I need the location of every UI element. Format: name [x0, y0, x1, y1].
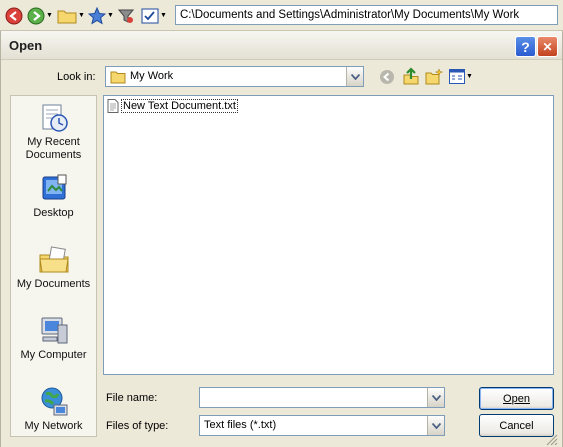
up-folder-button[interactable]: [402, 67, 420, 88]
files-of-type-value: Text files (*.txt): [204, 419, 277, 431]
back-button[interactable]: [5, 6, 23, 25]
filter-button[interactable]: [118, 6, 134, 25]
help-button[interactable]: ?: [515, 36, 536, 57]
new-folder-icon: [425, 68, 444, 85]
folders-button[interactable]: ▼: [57, 6, 85, 25]
open-button-label: Open: [503, 392, 530, 405]
chevron-down-icon: ▼: [46, 12, 53, 19]
cancel-button[interactable]: Cancel: [479, 414, 554, 437]
open-dialog: Open ? ✕ Look in: My Work ▼ My Recent Do…: [0, 31, 563, 447]
files-of-type-dropdown-button[interactable]: [427, 416, 444, 435]
look-in-value: My Work: [130, 70, 174, 82]
text-file-icon: [107, 99, 119, 113]
place-my-documents[interactable]: My Documents: [11, 244, 96, 291]
back-nav-button[interactable]: [379, 69, 395, 88]
chevron-down-icon: [431, 394, 441, 401]
dialog-title: Open: [9, 38, 43, 53]
file-name-input[interactable]: [202, 390, 422, 405]
close-icon: ✕: [542, 39, 553, 54]
recent-documents-icon: [38, 102, 70, 134]
file-list[interactable]: New Text Document.txt: [103, 95, 554, 375]
cancel-button-label: Cancel: [499, 419, 534, 432]
chevron-down-icon: [431, 422, 441, 429]
title-bar[interactable]: Open ? ✕: [1, 31, 562, 60]
place-my-computer[interactable]: My Computer: [11, 315, 96, 362]
explorer-toolbar: ▼ ▼ ▼ ▼ C:\Documents and Settings\Admini…: [0, 0, 563, 31]
place-label: My Network: [24, 420, 83, 432]
desktop-icon: [38, 173, 70, 205]
files-of-type-combo[interactable]: Text files (*.txt): [199, 415, 445, 436]
close-button[interactable]: ✕: [537, 36, 558, 57]
favorites-button[interactable]: ▼: [88, 6, 114, 25]
my-documents-icon: [38, 244, 70, 276]
places-bar: My Recent Documents Desktop My Documents…: [10, 95, 97, 437]
back-icon: [5, 7, 23, 24]
help-icon: ?: [521, 38, 530, 55]
new-folder-button[interactable]: [425, 68, 444, 88]
place-my-recent-documents[interactable]: My Recent Documents: [11, 102, 96, 162]
place-label: My Computer: [20, 349, 87, 361]
folder-icon: [57, 10, 77, 23]
files-of-type-label: Files of type:: [106, 420, 169, 432]
chevron-down-icon: ▼: [78, 12, 85, 19]
address-bar[interactable]: C:\Documents and Settings\Administrator\…: [175, 5, 558, 25]
look-in-dropdown-button[interactable]: [346, 67, 363, 86]
star-icon: [88, 6, 106, 25]
file-name-dropdown-button[interactable]: [427, 388, 444, 407]
chevron-down-icon: ▼: [160, 12, 167, 19]
forward-button[interactable]: ▼: [27, 6, 53, 25]
file-name-label: File name:: [106, 392, 158, 404]
view-details-icon: [449, 69, 465, 84]
open-button[interactable]: Open: [479, 387, 554, 410]
list-item[interactable]: New Text Document.txt: [107, 99, 238, 113]
look-in-combo[interactable]: My Work: [105, 66, 364, 87]
filter-icon: [118, 9, 134, 23]
place-label: Desktop: [33, 207, 74, 219]
chevron-down-icon: [350, 73, 360, 80]
back-arrow-icon: [380, 70, 394, 84]
place-label: My Recent Documents: [25, 136, 82, 161]
place-label: My Documents: [16, 278, 91, 290]
folder-icon: [110, 71, 126, 84]
up-folder-icon: [403, 67, 419, 85]
chevron-down-icon: ▼: [107, 12, 114, 19]
chevron-down-icon: ▼: [466, 73, 473, 80]
resize-grip-icon[interactable]: [546, 434, 558, 446]
my-computer-icon: [38, 315, 70, 347]
view-button[interactable]: ▼: [141, 6, 167, 25]
view-menu-button[interactable]: ▼: [449, 69, 473, 84]
look-in-label: Look in:: [57, 71, 96, 83]
place-my-network[interactable]: My Network: [11, 386, 96, 433]
checklist-icon: [141, 8, 159, 23]
my-network-icon: [38, 386, 70, 418]
forward-icon: [27, 7, 45, 24]
file-name: New Text Document.txt: [121, 99, 238, 113]
place-desktop[interactable]: Desktop: [11, 173, 96, 220]
file-name-combo[interactable]: [199, 387, 445, 408]
